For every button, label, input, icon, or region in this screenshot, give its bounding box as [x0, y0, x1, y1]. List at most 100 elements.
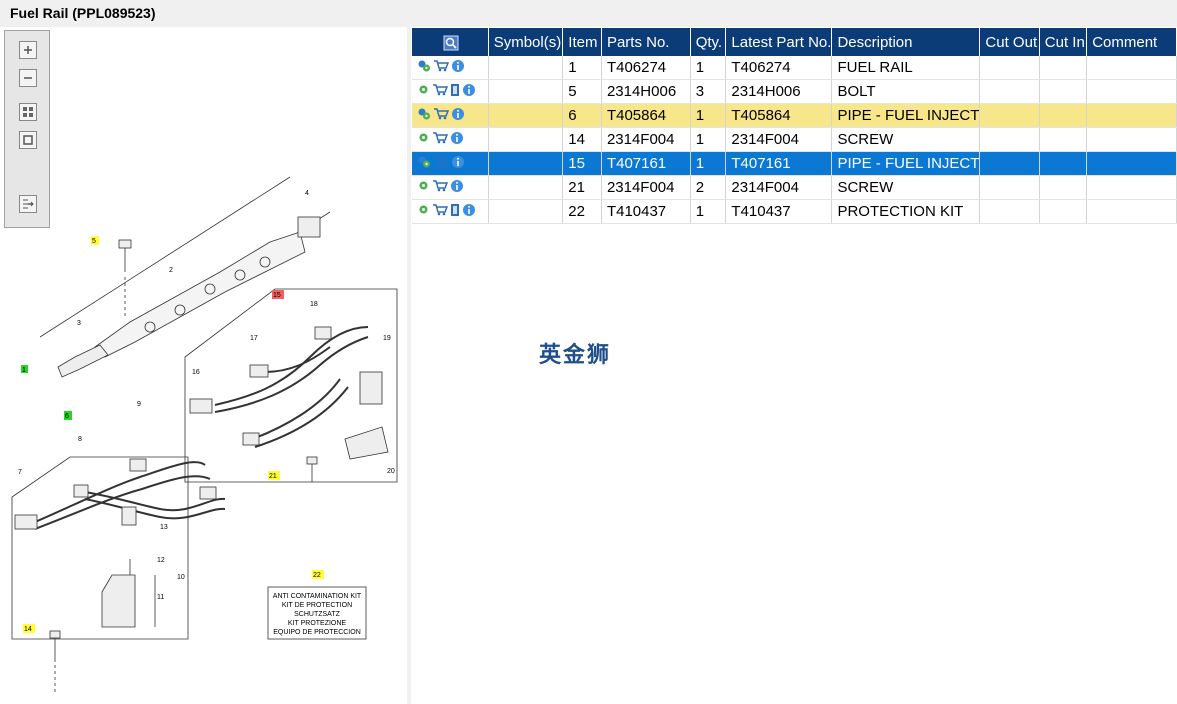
exploded-diagram: 1 2 3 4 5 6 7 8 9 10 11 12 13 14 15 16 1…	[11, 176, 398, 692]
callout-14[interactable]: 14	[24, 626, 32, 633]
callout-8[interactable]: 8	[78, 436, 82, 443]
symbols-cell	[488, 175, 564, 200]
table-row[interactable]: 1 T406274 1 T406274 FUEL RAIL	[412, 56, 1177, 80]
comment-cell	[1086, 175, 1177, 200]
callout-15[interactable]: 15	[273, 292, 281, 299]
cart-icon[interactable]	[432, 179, 449, 196]
fit-window-button[interactable]	[19, 131, 37, 149]
cart-icon[interactable]	[432, 83, 449, 100]
callout-9[interactable]: 9	[137, 401, 141, 408]
info-icon[interactable]	[462, 203, 476, 221]
callout-5[interactable]: 5	[92, 238, 96, 245]
export-button[interactable]	[19, 195, 37, 213]
diagram-toolbar	[4, 30, 50, 228]
cart-icon[interactable]	[433, 59, 450, 76]
info-icon[interactable]	[451, 155, 465, 173]
kit-text-line: SCHUTZSATZ	[294, 611, 340, 618]
latest-part-cell: 2314F004	[725, 127, 833, 152]
column-header-cut-in[interactable]: Cut In	[1039, 28, 1088, 56]
parts-table: Symbol(s) Item Parts No. Qty. Latest Par…	[412, 28, 1177, 224]
info-icon[interactable]	[450, 131, 464, 149]
column-header-parts-no[interactable]: Parts No.	[601, 28, 691, 56]
callout-22[interactable]: 22	[313, 572, 321, 579]
gear-icon[interactable]	[417, 131, 430, 148]
part-no-cell: 2314F004	[601, 127, 691, 152]
gear-multi-icon[interactable]	[417, 155, 431, 172]
callout-12[interactable]: 12	[157, 557, 165, 564]
latest-part-cell: T406274	[725, 56, 833, 80]
cart-icon[interactable]	[433, 107, 450, 124]
info-icon[interactable]	[462, 83, 476, 101]
fit-all-button[interactable]	[19, 103, 37, 121]
item-cell: 22	[562, 199, 602, 224]
search-icon	[443, 35, 459, 51]
row-actions-cell	[412, 103, 489, 128]
symbols-cell	[488, 79, 564, 104]
callout-16[interactable]: 16	[192, 369, 200, 376]
callout-19[interactable]: 19	[383, 335, 391, 342]
part-no-cell: T407161	[601, 151, 691, 176]
info-icon[interactable]	[451, 59, 465, 77]
latest-part-cell: T405864	[725, 103, 833, 128]
description-cell: BOLT	[831, 79, 981, 104]
window-title: Fuel Rail (PPL089523)	[10, 5, 156, 21]
table-row[interactable]: 21 2314F004 2 2314F004 SCREW	[412, 175, 1177, 200]
pane-splitter[interactable]	[407, 27, 411, 704]
table-row[interactable]: 15 T407161 1 T407161 PIPE - FUEL INJECT	[412, 151, 1177, 176]
info-icon[interactable]	[451, 107, 465, 125]
gear-icon[interactable]	[417, 203, 430, 220]
callout-4[interactable]: 4	[305, 190, 309, 197]
qty-cell: 1	[690, 151, 727, 176]
callout-13[interactable]: 13	[160, 524, 168, 531]
grid-header-row: Symbol(s) Item Parts No. Qty. Latest Par…	[412, 28, 1177, 56]
callout-3[interactable]: 3	[77, 320, 81, 327]
symbols-cell	[488, 56, 564, 80]
callout-18[interactable]: 18	[310, 301, 318, 308]
column-header-cut-out[interactable]: Cut Out	[979, 28, 1040, 56]
qty-cell: 1	[690, 127, 727, 152]
callout-10[interactable]: 10	[177, 574, 185, 581]
column-header-comment[interactable]: Comment	[1086, 28, 1177, 56]
item-cell: 14	[562, 127, 602, 152]
cart-icon[interactable]	[432, 203, 449, 220]
callout-1[interactable]: 1	[22, 367, 26, 374]
gear-icon[interactable]	[417, 83, 430, 100]
column-header-symbols[interactable]: Symbol(s)	[488, 28, 564, 56]
table-row[interactable]: 5 2314H006 3 2314H006 BOLT	[412, 79, 1177, 104]
cut-out-cell	[979, 79, 1040, 104]
column-header-item[interactable]: Item	[562, 28, 602, 56]
callout-2[interactable]: 2	[169, 267, 173, 274]
row-actions-cell	[412, 175, 489, 200]
cart-icon[interactable]	[432, 131, 449, 148]
comment-cell	[1086, 151, 1177, 176]
callout-17[interactable]: 17	[250, 335, 258, 342]
table-row[interactable]: 6 T405864 1 T405864 PIPE - FUEL INJECT	[412, 103, 1177, 128]
zoom-out-button[interactable]	[19, 69, 37, 87]
description-cell: SCREW	[831, 175, 981, 200]
zoom-in-button[interactable]	[19, 41, 37, 59]
cart-icon[interactable]	[433, 155, 450, 172]
table-row[interactable]: 22 T410437 1 T410437 PROTECTION KIT	[412, 199, 1177, 224]
callout-6[interactable]: 6	[65, 413, 69, 420]
cut-in-cell	[1039, 199, 1088, 224]
callout-21[interactable]: 21	[269, 473, 277, 480]
column-header-search[interactable]	[412, 28, 489, 56]
latest-part-cell: T407161	[725, 151, 833, 176]
gear-multi-icon[interactable]	[417, 107, 431, 124]
comment-cell	[1086, 56, 1177, 80]
book-icon[interactable]	[450, 203, 460, 221]
description-cell: SCREW	[831, 127, 981, 152]
column-header-latest-part-no[interactable]: Latest Part No.	[725, 28, 833, 56]
callout-11[interactable]: 11	[157, 594, 164, 601]
info-icon[interactable]	[450, 179, 464, 197]
column-header-description[interactable]: Description	[831, 28, 981, 56]
gear-icon[interactable]	[417, 179, 430, 196]
gear-multi-icon[interactable]	[417, 59, 431, 76]
column-header-qty[interactable]: Qty.	[690, 28, 727, 56]
book-icon[interactable]	[450, 83, 460, 101]
row-actions-cell	[412, 127, 489, 152]
callout-20[interactable]: 20	[387, 468, 395, 475]
callout-7[interactable]: 7	[18, 469, 22, 476]
item-cell: 15	[562, 151, 602, 176]
table-row[interactable]: 14 2314F004 1 2314F004 SCREW	[412, 127, 1177, 152]
